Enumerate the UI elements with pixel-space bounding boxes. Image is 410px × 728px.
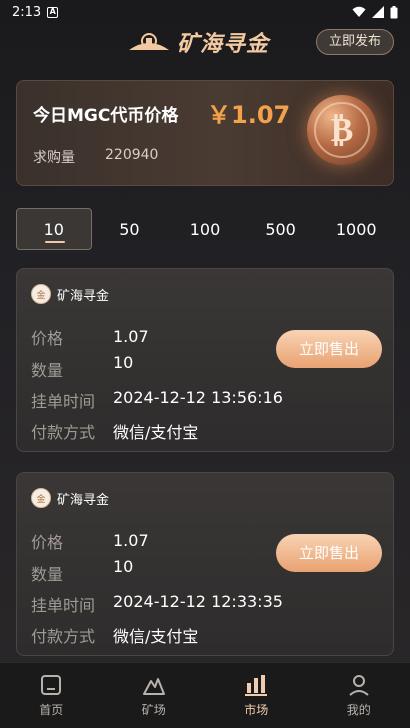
header: 矿海寻金 立即发布: [0, 26, 410, 60]
profile-icon: [349, 675, 369, 696]
avatar: 金: [31, 284, 51, 304]
seller-info: 金 矿海寻金: [31, 488, 109, 508]
notification-icon: A: [47, 6, 59, 18]
seller-name: 矿海寻金: [57, 288, 110, 304]
price-row-value: 1.07: [113, 531, 149, 550]
app-logo: 矿海寻金: [125, 26, 269, 58]
order-card: 金 矿海寻金 价格 1.07 数量 10 挂单时间 2024-12-12 13:…: [16, 268, 394, 452]
qty-row-label: 数量: [31, 565, 64, 584]
qty-tab-1000[interactable]: 1000: [318, 208, 394, 250]
qty-tab-50[interactable]: 50: [92, 208, 168, 250]
tab-label: 矿场: [141, 703, 166, 717]
time-row-value: 2024-12-12 13:56:16: [113, 388, 283, 407]
buy-volume-value: 220940: [105, 147, 159, 163]
qty-row-value: 10: [113, 353, 134, 372]
avatar: 金: [31, 488, 51, 508]
time-row-label: 挂单时间: [31, 392, 96, 411]
price-value: ￥1.07: [207, 101, 291, 129]
buy-volume-label: 求购量: [33, 150, 75, 166]
status-time: 2:13: [12, 4, 42, 20]
time-row-value: 2024-12-12 12:33:35: [113, 592, 283, 611]
tab-mine[interactable]: 矿场: [103, 663, 206, 728]
qty-tab-100[interactable]: 100: [167, 208, 243, 250]
sell-button[interactable]: 立即售出: [276, 534, 382, 572]
tab-home[interactable]: 首页: [0, 663, 103, 728]
order-card: 金 矿海寻金 价格 1.07 数量 10 挂单时间 2024-12-12 12:…: [16, 472, 394, 656]
qty-tab-500[interactable]: 500: [243, 208, 319, 250]
battery-icon: [390, 5, 398, 18]
seller-info: 金 矿海寻金: [31, 284, 109, 304]
tab-label: 首页: [39, 703, 64, 717]
price-row-value: 1.07: [113, 327, 149, 346]
pay-row-value: 微信/支付宝: [113, 423, 199, 442]
price-row-label: 价格: [31, 533, 64, 552]
app-title: 矿海寻金: [177, 32, 270, 57]
wifi-icon: [352, 6, 366, 17]
price-label: 今日MGC代币价格: [33, 106, 179, 126]
price-card: 今日MGC代币价格 ￥1.07 求购量 220940 ₿: [16, 80, 394, 186]
home-icon: [41, 675, 62, 695]
market-icon: [245, 675, 268, 696]
gold-ingot-icon: [129, 33, 169, 50]
bottom-tabbar: 首页 矿场 市场 我的: [0, 662, 410, 728]
pay-row-label: 付款方式: [31, 423, 96, 442]
signal-icon: [372, 6, 384, 18]
pay-row-value: 微信/支付宝: [113, 627, 199, 646]
publish-button[interactable]: 立即发布: [315, 29, 394, 55]
pay-row-label: 付款方式: [31, 627, 96, 646]
tab-label: 我的: [346, 703, 371, 717]
bitcoin-icon: ₿: [307, 95, 377, 165]
tab-market[interactable]: 市场: [205, 663, 308, 728]
sell-button[interactable]: 立即售出: [276, 330, 382, 368]
quantity-tabs: 10 50 100 500 1000: [16, 208, 394, 250]
tab-profile[interactable]: 我的: [308, 663, 410, 728]
tab-label: 市场: [244, 703, 269, 717]
price-row-label: 价格: [31, 329, 64, 348]
qty-row-label: 数量: [31, 361, 64, 380]
mine-icon: [142, 678, 165, 695]
status-bar: 2:13 A: [0, 0, 410, 24]
time-row-label: 挂单时间: [31, 596, 96, 615]
qty-row-value: 10: [113, 557, 134, 576]
seller-name: 矿海寻金: [57, 492, 110, 508]
qty-tab-10[interactable]: 10: [16, 208, 92, 250]
